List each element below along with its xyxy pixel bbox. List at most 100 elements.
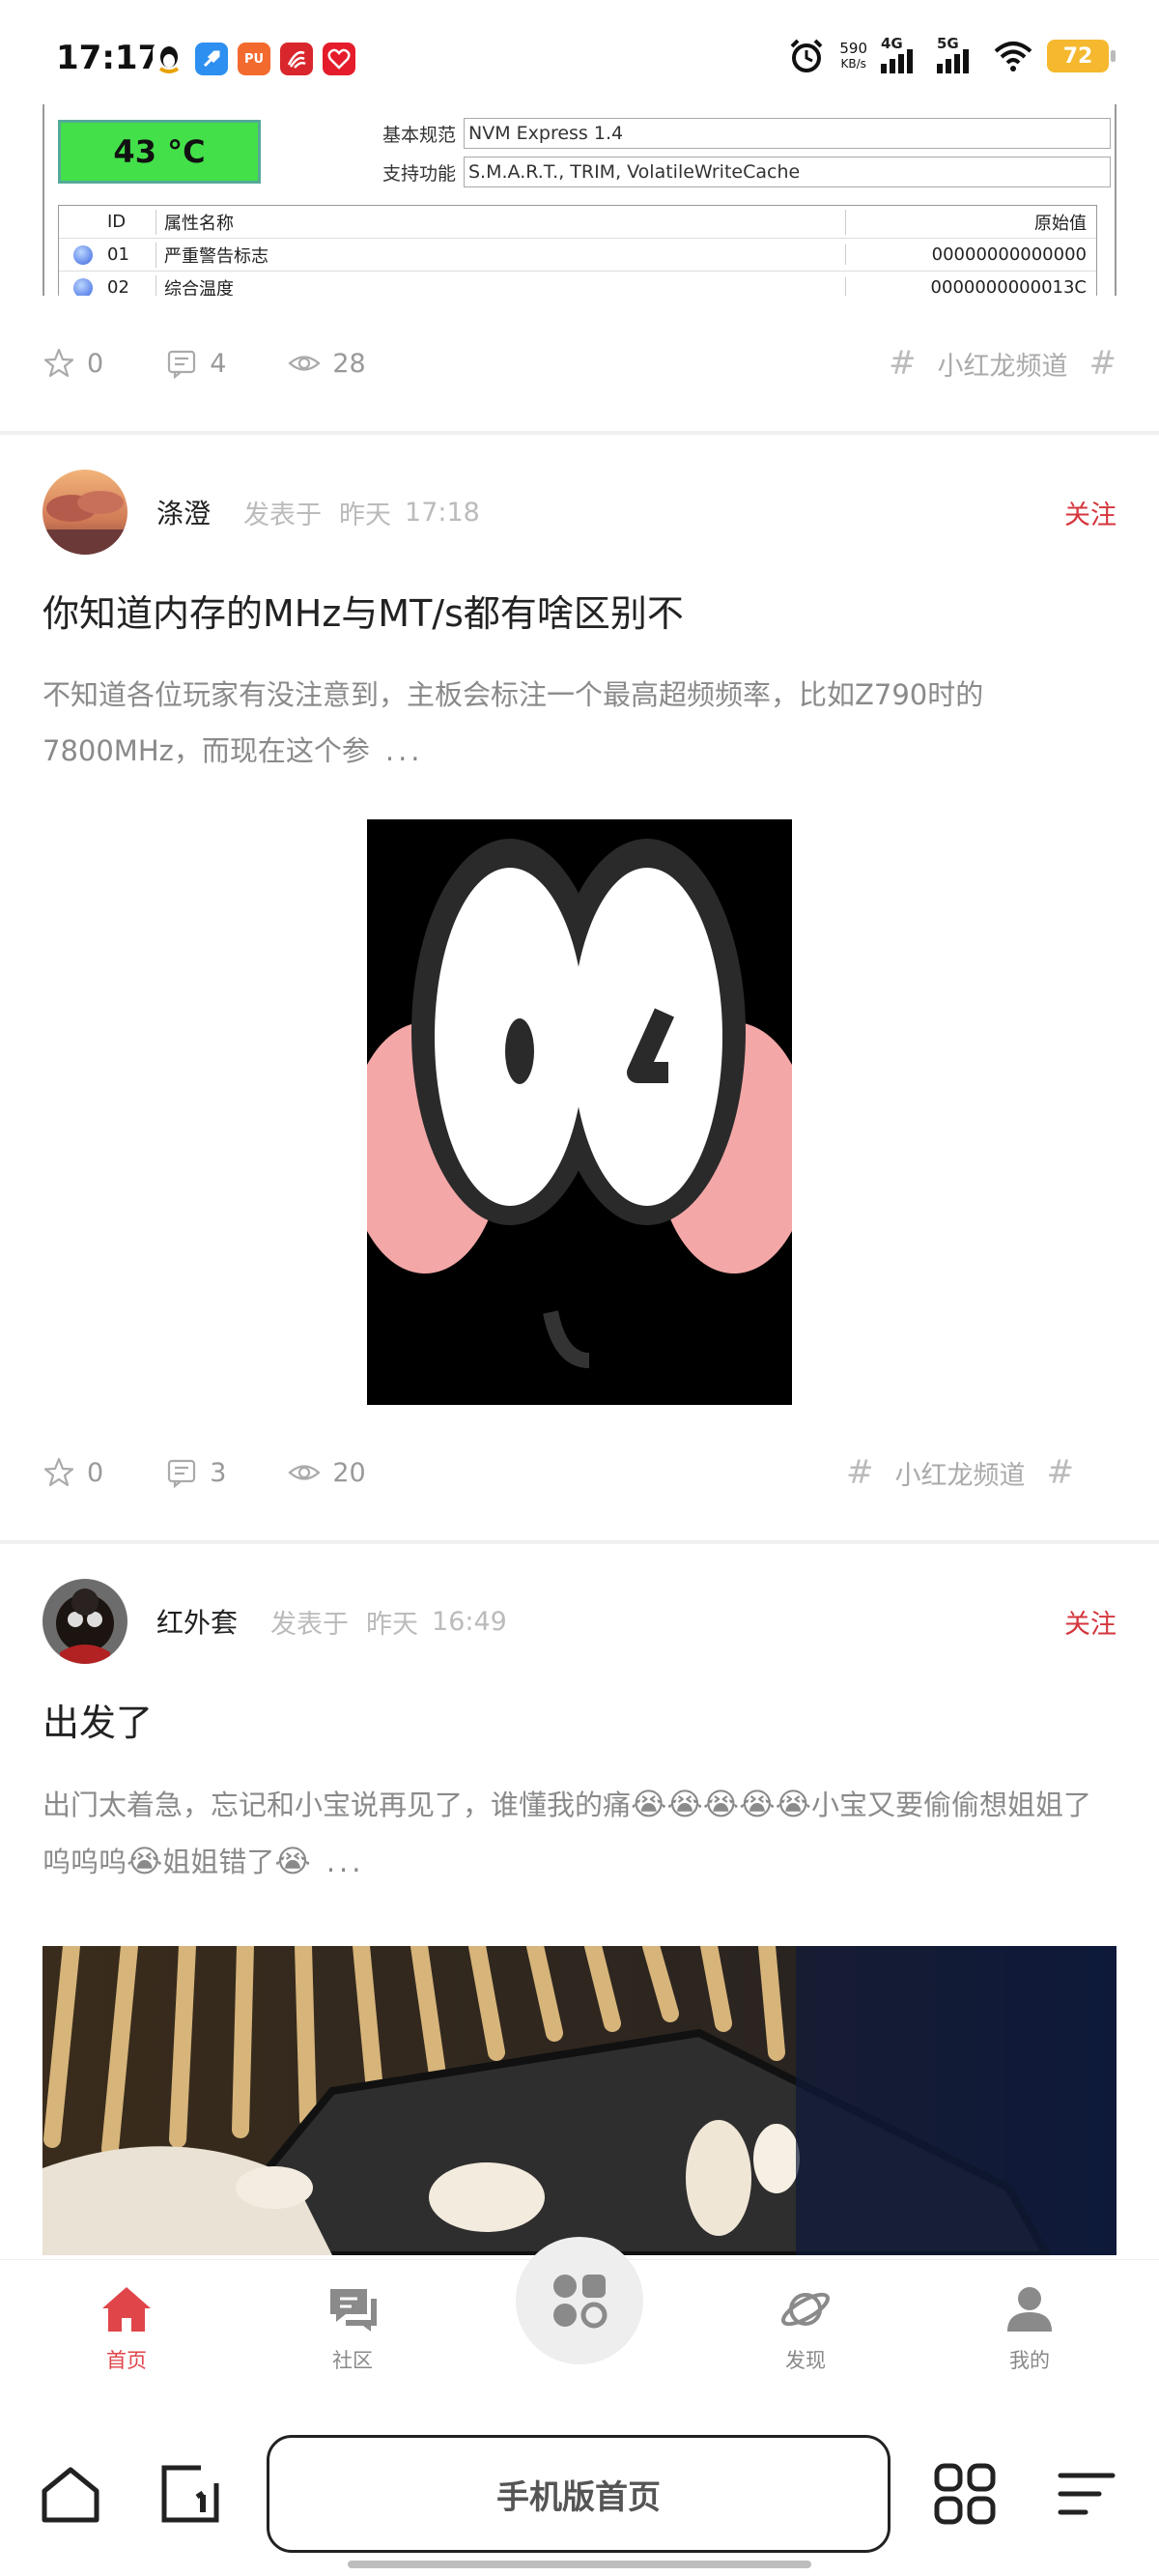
comment-count: 3	[210, 1457, 227, 1488]
wifi-icon	[994, 42, 1032, 72]
posted-label: 发表于	[243, 500, 323, 530]
star-count: 0	[87, 1457, 104, 1488]
spec-row: 基本规范 NVM Express 1.4	[369, 118, 1111, 149]
excerpt-ellipsis: ...	[325, 1846, 365, 1878]
nav-community[interactable]: 社区	[295, 2281, 410, 2374]
views-stat: 28	[288, 347, 366, 380]
star-icon	[43, 1457, 74, 1487]
star-action[interactable]: 0	[42, 347, 103, 380]
spec-key: 基本规范	[382, 124, 456, 146]
table-row: 02 综合温度 0000000000013C	[59, 272, 1096, 296]
user-icon	[1007, 2287, 1052, 2332]
grid-icon	[934, 2463, 996, 2525]
posted-label: 发表于	[270, 1609, 350, 1640]
excerpt-text: 出门太着急，忘记和小宝说再见了，谁懂我的痛	[42, 1789, 632, 1821]
planet-icon	[781, 2292, 830, 2327]
post-title[interactable]: 出发了	[42, 1693, 1117, 1762]
net-speed-unit: KB/s	[840, 57, 866, 71]
eye-icon	[288, 1465, 322, 1480]
channel-name: 小红龙频道	[937, 351, 1068, 382]
menu-icon	[1058, 2473, 1116, 2515]
view-count: 28	[332, 348, 366, 379]
net-speed: 590 KB/s	[839, 41, 867, 72]
eye-icon	[288, 356, 322, 371]
cell-name: 严重警告标志	[155, 242, 845, 268]
posted-day: 昨天	[366, 1609, 419, 1640]
posted-time: 16:49	[432, 1606, 507, 1637]
post-card[interactable]: 红外套 发表于 昨天 16:49 关注 出发了 出门太着急，忘记和小宝说再见了，…	[0, 1544, 1159, 2255]
crying-emoji: 😭	[274, 1843, 311, 1879]
excerpt-ellipsis: ...	[384, 734, 424, 767]
nav-center-button[interactable]	[516, 2237, 643, 2364]
hash-icon: #	[889, 344, 917, 383]
views-stat: 20	[288, 1456, 366, 1489]
follow-button[interactable]: 关注	[1064, 1603, 1117, 1641]
browser-tabs-button[interactable]	[156, 2460, 224, 2528]
address-bar[interactable]: 手机版首页	[267, 2435, 890, 2553]
signal-5g-icon: 5G	[937, 35, 979, 73]
browser-home-button[interactable]	[37, 2460, 104, 2528]
post-meta-row: 0 3 20 # 小红龙频道 #	[0, 1405, 1117, 1540]
nav-label: 社区	[332, 2349, 373, 2372]
signal-4g-icon: 4G	[881, 35, 923, 73]
comment-action[interactable]: 3	[165, 1456, 226, 1489]
star-action[interactable]: 0	[42, 1456, 103, 1489]
browser-apps-button[interactable]	[931, 2460, 999, 2528]
post-card[interactable]: 涤澄 发表于 昨天 17:18 关注 你知道内存的MHz与MT/s都有啥区别不 …	[0, 435, 1159, 1540]
nav-me[interactable]: 我的	[972, 2281, 1088, 2374]
status-app-icons: PU	[153, 43, 355, 75]
avatar[interactable]	[42, 470, 127, 555]
author-row: 涤澄 发表于 昨天 17:18 关注	[42, 435, 1117, 589]
spec-key: 支持功能	[382, 162, 456, 185]
post-image-disk-info[interactable]: 43 °C 基本规范 NVM Express 1.4 支持功能 S.M.A.R.…	[42, 104, 1117, 296]
post-excerpt[interactable]: 不知道各位玩家有没注意到，主板会标注一个最高超频频率，比如Z790时的7800M…	[42, 667, 1117, 779]
channel-tag[interactable]: # 小红龙频道 #	[889, 344, 1117, 383]
nav-home[interactable]: 首页	[69, 2281, 184, 2374]
excerpt-text: 不知道各位玩家有没注意到，主板会标注一个最高超频频率，比如Z790时的7800M…	[42, 678, 984, 767]
status-indicators: 590 KB/s 4G 5G 72	[787, 35, 1116, 75]
header-id: ID	[107, 212, 127, 232]
chat-icon	[330, 2289, 377, 2332]
status-dot-icon	[73, 244, 93, 265]
spec-value: S.M.A.R.T., TRIM, VolatileWriteCache	[464, 157, 1111, 187]
author-name[interactable]: 红外套	[156, 1602, 238, 1641]
table-row: 01 严重警告标志 00000000000000	[59, 239, 1096, 272]
cell-id: 02	[107, 277, 129, 296]
post-image-cartoon-face[interactable]	[367, 819, 792, 1405]
nav-label: 首页	[106, 2349, 147, 2372]
author-name[interactable]: 涤澄	[156, 493, 211, 531]
header-raw: 原始值	[845, 209, 1096, 235]
pu-app-icon: PU	[238, 43, 270, 75]
post-excerpt[interactable]: 出门太着急，忘记和小宝说再见了，谁懂我的痛😭😭😭😭😭小宝又要偷偷想姐姐了呜呜呜😭…	[42, 1776, 1117, 1890]
follow-button[interactable]: 关注	[1064, 494, 1117, 531]
status-dot-icon	[73, 277, 93, 296]
star-count: 0	[87, 348, 104, 379]
heart-app-icon	[323, 43, 355, 75]
temperature-badge: 43 °C	[58, 120, 261, 184]
home-indicator[interactable]	[348, 2561, 811, 2568]
status-time: 17:17	[56, 39, 161, 77]
header-name: 属性名称	[155, 209, 845, 235]
feed[interactable]: 43 °C 基本规范 NVM Express 1.4 支持功能 S.M.A.R.…	[0, 104, 1159, 2255]
alarm-icon	[790, 39, 823, 72]
nav-label: 发现	[785, 2349, 826, 2372]
star-icon	[43, 348, 74, 378]
nav-label: 我的	[1009, 2349, 1050, 2372]
battery-indicator: 72	[1047, 40, 1116, 72]
signal-4g-label: 4G	[881, 35, 903, 52]
avatar[interactable]	[42, 1579, 127, 1664]
smart-table: ID 属性名称 原始值 01 严重警告标志 00000000000000 02 …	[58, 205, 1097, 296]
browser-menu-button[interactable]	[1053, 2460, 1120, 2528]
post-image-cat[interactable]	[42, 1946, 1117, 2255]
browser-toolbar: 手机版首页	[0, 2404, 1159, 2576]
crying-emoji: 😭	[127, 1843, 163, 1879]
apps-icon	[553, 2275, 608, 2329]
channel-name: 小红龙频道	[894, 1460, 1026, 1491]
post-title[interactable]: 你知道内存的MHz与MT/s都有啥区别不	[42, 584, 1117, 653]
nav-discover[interactable]: 发现	[748, 2281, 863, 2374]
tabs-icon	[161, 2465, 219, 2523]
comment-action[interactable]: 4	[165, 347, 226, 380]
channel-tag[interactable]: # 小红龙频道 #	[846, 1453, 1074, 1492]
spec-value: NVM Express 1.4	[464, 118, 1111, 149]
net-speed-value: 590	[839, 40, 867, 57]
